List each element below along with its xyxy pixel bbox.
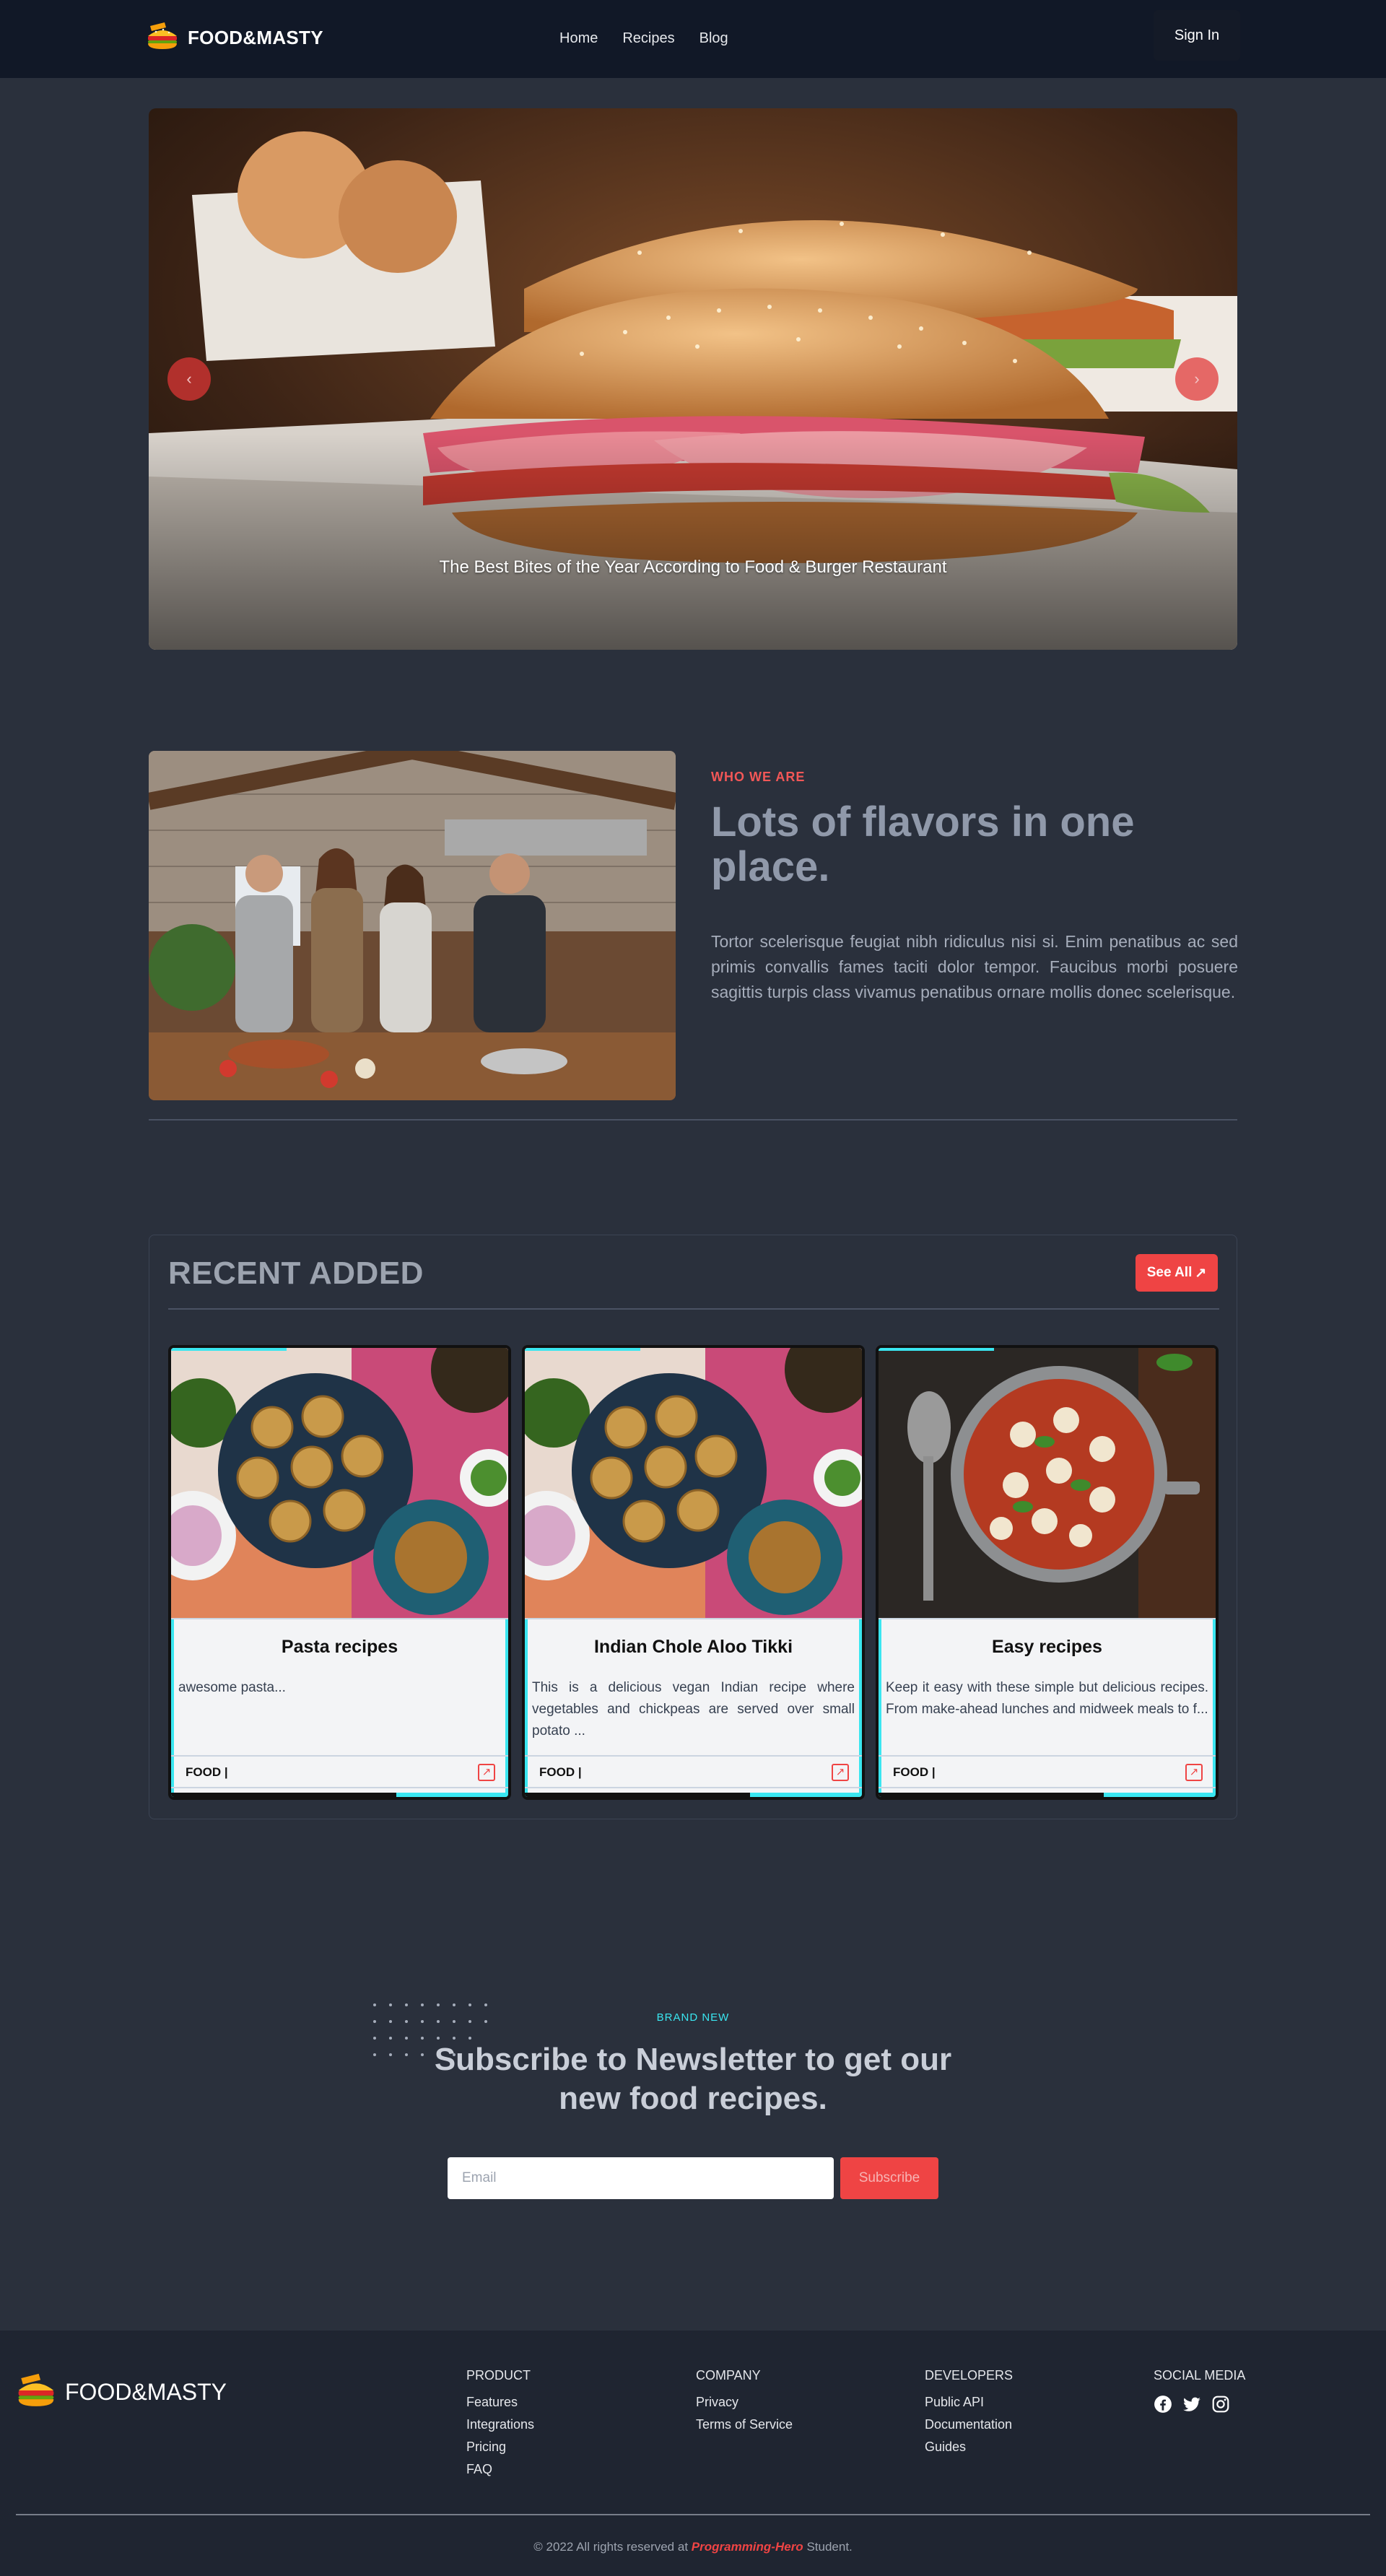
recipe-card[interactable]: Indian Chole Aloo Tikki This is a delici… [522, 1345, 865, 1800]
recipe-card-tag: FOOD | [893, 1765, 936, 1779]
open-link-icon[interactable]: ↗ [832, 1764, 849, 1781]
copyright-text: © 2022 All rights reserved at Programmin… [0, 2540, 1386, 2554]
open-link-icon[interactable]: ↗ [1185, 1764, 1203, 1781]
nav-link-recipes[interactable]: Recipes [622, 30, 674, 47]
hero-caption: The Best Bites of the Year According to … [439, 557, 947, 577]
copyright-prefix: © 2022 All rights reserved at [533, 2540, 689, 2554]
footer-column-social: SOCIAL MEDIA [1154, 2368, 1245, 2417]
footer-link-guides[interactable]: Guides [925, 2440, 1013, 2455]
about-text: Tortor scelerisque feugiat nibh ridiculu… [711, 932, 1238, 1001]
footer-link-integrations[interactable]: Integrations [466, 2417, 534, 2432]
card-bottom-bar [525, 1793, 862, 1797]
recipe-card-image [171, 1348, 508, 1619]
about-title: Lots of flavors in one place. [711, 799, 1135, 890]
section-divider [149, 1119, 1237, 1121]
footer-column-heading: PRODUCT [466, 2368, 531, 2383]
recipe-card[interactable]: Pasta recipes awesome pasta... FOOD | ↗ [168, 1345, 511, 1800]
facebook-icon[interactable] [1154, 2395, 1172, 2417]
footer-brand-link[interactable]: FOOD&MASTY [16, 2371, 227, 2414]
footer-link-terms[interactable]: Terms of Service [696, 2417, 793, 2432]
recipe-card-image [879, 1348, 1216, 1619]
newsletter-kicker: BRAND NEW [656, 2011, 730, 2024]
recent-added-section: RECENT ADDED See All ↗ Pasta recipes awe… [149, 1235, 1237, 1819]
footer-link-documentation[interactable]: Documentation [925, 2417, 1013, 2432]
twitter-icon[interactable] [1182, 2395, 1201, 2417]
about-kicker: WHO WE ARE [711, 770, 806, 784]
recipe-card-description: This is a delicious vegan Indian recipe … [532, 1680, 855, 1739]
burger-logo-icon [146, 20, 179, 56]
recipe-card[interactable]: Easy recipes Keep it easy with these sim… [876, 1345, 1219, 1800]
people-cooking-image [149, 751, 676, 1100]
programming-hero-link[interactable]: Programming-Hero [692, 2540, 803, 2554]
footer-column-heading: DEVELOPERS [925, 2368, 1014, 2383]
recipe-card-footer: FOOD | ↗ [879, 1755, 1216, 1788]
navbar: FOOD&MASTY Home Recipes Blog Sign In [0, 0, 1386, 78]
nav-link-blog[interactable]: Blog [699, 30, 728, 47]
email-input[interactable] [448, 2157, 834, 2199]
subscribe-button[interactable]: Subscribe [840, 2157, 938, 2199]
see-all-label: See All [1146, 1265, 1193, 1280]
nav-link-home[interactable]: Home [559, 30, 598, 47]
recipe-card-title[interactable]: Indian Chole Aloo Tikki [525, 1637, 862, 1658]
see-all-button[interactable]: See All ↗ [1136, 1254, 1218, 1292]
instagram-icon[interactable] [1211, 2395, 1230, 2417]
brand-logo-link[interactable]: FOOD&MASTY [146, 20, 323, 56]
brand-name: FOOD&MASTY [188, 27, 323, 48]
copyright-suffix: Student. [806, 2540, 853, 2554]
footer-brand-name: FOOD&MASTY [65, 2379, 227, 2405]
sign-in-button[interactable]: Sign In [1154, 10, 1240, 61]
social-links [1154, 2395, 1245, 2417]
footer-column-heading: SOCIAL MEDIA [1154, 2368, 1246, 2383]
recipe-card-description: awesome pasta... [178, 1680, 286, 1695]
recipe-card-tag: FOOD | [539, 1765, 582, 1779]
carousel-prev-button[interactable]: ‹ [167, 357, 211, 401]
recent-title: RECENT ADDED [168, 1256, 424, 1291]
footer-link-public-api[interactable]: Public API [925, 2395, 1013, 2410]
footer-link-faq[interactable]: FAQ [466, 2462, 534, 2477]
arrow-up-right-icon: ↗ [1195, 1265, 1207, 1281]
recent-divider [168, 1308, 1219, 1310]
footer-column-heading: COMPANY [696, 2368, 761, 2383]
burger-logo-icon [16, 2371, 56, 2414]
recipe-card-footer: FOOD | ↗ [171, 1755, 508, 1788]
recipe-card-title[interactable]: Pasta recipes [171, 1637, 508, 1658]
hero-carousel: ‹ › The Best Bites of the Year According… [149, 108, 1237, 650]
card-bottom-bar [879, 1793, 1216, 1797]
main-nav: Home Recipes Blog [559, 30, 728, 47]
recipe-card-title[interactable]: Easy recipes [879, 1637, 1216, 1658]
carousel-next-button[interactable]: › [1175, 357, 1219, 401]
footer-link-features[interactable]: Features [466, 2395, 534, 2410]
recipe-card-image [525, 1348, 862, 1619]
recipe-card-description: Keep it easy with these simple but delic… [886, 1680, 1208, 1717]
footer-link-pricing[interactable]: Pricing [466, 2440, 534, 2455]
footer-column-developers: DEVELOPERS Public API Documentation Guid… [925, 2368, 1013, 2462]
newsletter-title: Subscribe to Newsletter to get our new f… [434, 2042, 952, 2116]
open-link-icon[interactable]: ↗ [478, 1764, 495, 1781]
recipe-card-footer: FOOD | ↗ [525, 1755, 862, 1788]
recipe-card-tag: FOOD | [186, 1765, 228, 1779]
card-bottom-bar [171, 1793, 508, 1797]
footer-column-company: COMPANY Privacy Terms of Service [696, 2368, 793, 2440]
footer-divider [16, 2514, 1370, 2515]
footer: FOOD&MASTY PRODUCT Features Integrations… [0, 2331, 1386, 2576]
footer-column-product: PRODUCT Features Integrations Pricing FA… [466, 2368, 534, 2484]
footer-link-privacy[interactable]: Privacy [696, 2395, 793, 2410]
